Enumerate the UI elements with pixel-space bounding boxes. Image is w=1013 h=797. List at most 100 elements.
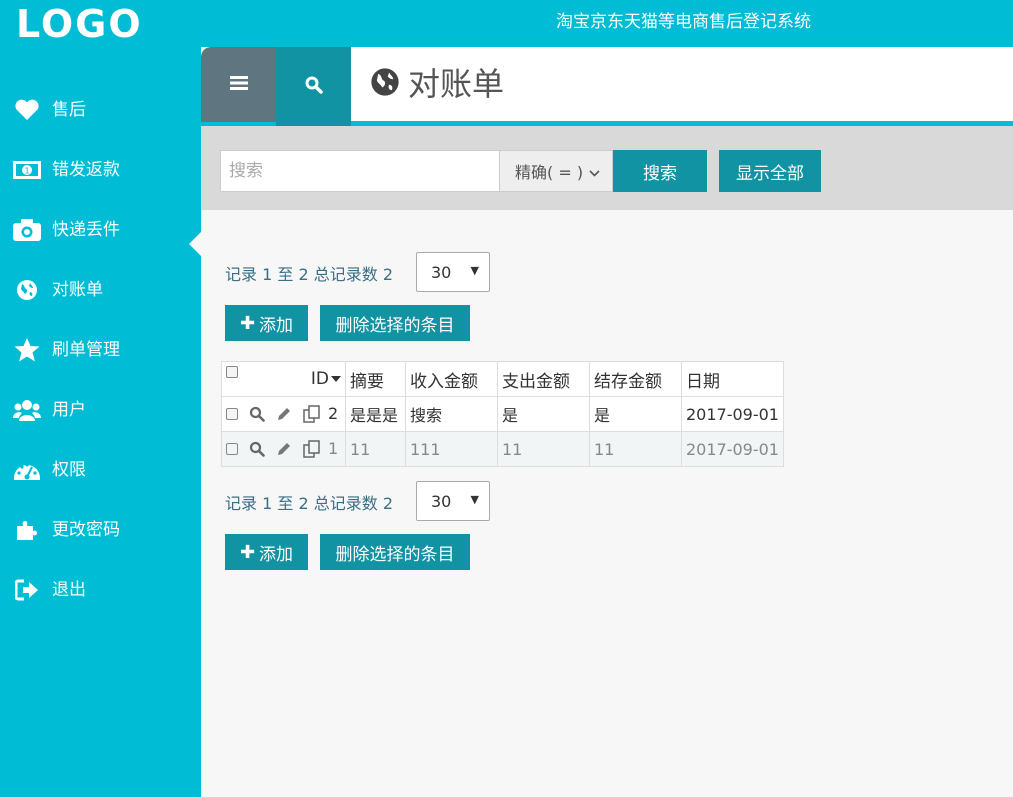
column-header-id: ID xyxy=(310,369,329,389)
dropdown-arrow-icon: ▼ xyxy=(470,493,479,506)
search-icon xyxy=(305,76,323,98)
records-total: 2 xyxy=(382,494,394,513)
copy-icon[interactable] xyxy=(303,440,321,458)
page-size-select-bottom[interactable]: 30 ▼ xyxy=(416,481,490,521)
dashboard-icon xyxy=(13,458,41,482)
records-label: 记录 xyxy=(225,494,258,513)
sidebar-item-statement[interactable]: 对账单 xyxy=(0,270,201,310)
sidebar-item-wrong-shipment-refund[interactable]: 1 错发返款 xyxy=(0,150,201,190)
menu-toggle-button[interactable] xyxy=(201,47,276,122)
cell-balance: 是 xyxy=(589,396,682,432)
dropdown-arrow-icon: ▼ xyxy=(470,264,479,277)
sidebar-item-label: 权限 xyxy=(52,460,86,480)
show-all-button[interactable]: 显示全部 xyxy=(719,150,821,192)
page-title: 对账单 xyxy=(408,65,505,103)
heart-icon xyxy=(13,98,41,122)
page-size-select-top[interactable]: 30 ▼ xyxy=(416,252,490,292)
cell-summary: 11 xyxy=(345,431,406,467)
page-title-group: 对账单 xyxy=(370,62,504,106)
records-total-label: 总记录数 xyxy=(313,265,378,284)
records-total-label: 总记录数 xyxy=(313,494,378,513)
app-title: 淘宝京东天猫等电商售后登记系统 xyxy=(556,12,811,32)
cell-expense: 是 xyxy=(497,396,590,432)
search-button[interactable]: 搜索 xyxy=(613,150,707,192)
records-label: 记录 xyxy=(225,265,258,284)
sidebar-item-lost-parcel[interactable]: 快递丢件 xyxy=(0,210,201,250)
logo: LOGO xyxy=(16,2,143,46)
sidebar-item-label: 错发返款 xyxy=(52,160,120,180)
records-summary-bottom: 记录 1 至 2 总记录数 2 xyxy=(225,492,393,516)
row-checkbox[interactable] xyxy=(226,407,238,420)
globe-icon xyxy=(370,67,400,101)
cell-balance: 11 xyxy=(589,431,682,467)
page-size-value: 30 xyxy=(431,491,452,511)
column-header[interactable]: 收入金额 xyxy=(405,361,498,397)
sidebar: 售后 1 错发返款 快递丢件 对账单 刷单管理 用户 权限 更改密码 退出 xyxy=(0,47,201,797)
search-input[interactable] xyxy=(220,150,500,192)
chevron-down-icon xyxy=(589,164,600,183)
sidebar-item-label: 更改密码 xyxy=(52,520,120,540)
column-header[interactable]: 日期 xyxy=(681,361,784,397)
edit-icon[interactable] xyxy=(276,441,292,457)
row-id: 1 xyxy=(328,439,339,459)
sort-desc-icon xyxy=(331,376,341,382)
cell-income: 搜索 xyxy=(405,396,498,432)
page-size-value: 30 xyxy=(431,262,452,282)
sidebar-item-label: 对账单 xyxy=(52,280,103,300)
view-icon[interactable] xyxy=(249,441,265,457)
svg-text:1: 1 xyxy=(24,167,29,176)
bars-icon xyxy=(229,75,248,95)
header-checkbox-cell: ID xyxy=(221,361,346,397)
column-header[interactable]: 支出金额 xyxy=(497,361,590,397)
column-header[interactable]: 结存金额 xyxy=(589,361,682,397)
match-mode-value: 精确( = ) xyxy=(515,163,584,182)
sidebar-item-label: 售后 xyxy=(52,100,86,120)
view-icon[interactable] xyxy=(249,406,265,422)
active-item-indicator xyxy=(189,232,201,256)
sidebar-item-permissions[interactable]: 权限 xyxy=(0,450,201,490)
records-total: 2 xyxy=(382,265,394,284)
table-row: 1 11 111 11 11 2017-09-01 xyxy=(221,431,784,467)
sidebar-item-fake-order-management[interactable]: 刷单管理 xyxy=(0,330,201,370)
delete-selected-button-top[interactable]: 删除选择的条目 xyxy=(320,305,470,341)
sidebar-item-change-password[interactable]: 更改密码 xyxy=(0,510,201,550)
camera-icon xyxy=(13,218,41,242)
add-button-top[interactable]: ✚ 添加 xyxy=(225,305,308,341)
table-header-row: ID 摘要 收入金额 支出金额 结存金额 日期 xyxy=(221,361,784,397)
globe-icon xyxy=(13,278,41,302)
cell-income: 111 xyxy=(405,431,498,467)
records-to: 2 xyxy=(298,494,309,513)
sidebar-item-users[interactable]: 用户 xyxy=(0,390,201,430)
delete-selected-button-bottom[interactable]: 删除选择的条目 xyxy=(320,534,470,570)
match-mode-select[interactable]: 精确( = ) xyxy=(499,150,613,192)
top-bar: LOGO 淘宝京东天猫等电商售后登记系统 xyxy=(0,0,1013,47)
cell-expense: 11 xyxy=(497,431,590,467)
records-to-label: 至 xyxy=(277,494,294,513)
row-actions-cell: 2 xyxy=(221,396,346,432)
edit-icon[interactable] xyxy=(276,406,292,422)
sidebar-item-label: 用户 xyxy=(52,400,86,420)
cell-date: 2017-09-01 xyxy=(681,396,784,432)
statement-table: ID 摘要 收入金额 支出金额 结存金额 日期 2 是是是 搜索 是 是 201… xyxy=(221,361,784,467)
column-header[interactable]: 摘要 xyxy=(345,361,406,397)
row-checkbox[interactable] xyxy=(226,442,238,455)
select-all-checkbox[interactable] xyxy=(226,366,238,378)
money-icon: 1 xyxy=(13,158,41,182)
puzzle-icon xyxy=(13,518,41,542)
row-actions-cell: 1 xyxy=(221,431,346,467)
records-from: 1 xyxy=(262,494,273,513)
sign-out-icon xyxy=(13,578,41,602)
records-from: 1 xyxy=(262,265,273,284)
add-button-bottom[interactable]: ✚ 添加 xyxy=(225,534,308,570)
add-label: 添加 xyxy=(259,544,294,565)
sidebar-item-logout[interactable]: 退出 xyxy=(0,570,201,610)
cell-date: 2017-09-01 xyxy=(681,431,784,467)
search-toggle-button[interactable] xyxy=(276,47,351,126)
add-label: 添加 xyxy=(259,315,294,336)
sidebar-item-after-sales[interactable]: 售后 xyxy=(0,90,201,130)
plus-icon: ✚ xyxy=(239,312,256,334)
users-icon xyxy=(13,398,41,422)
sort-id-header[interactable]: ID xyxy=(311,362,341,396)
copy-icon[interactable] xyxy=(303,405,321,423)
table-row: 2 是是是 搜索 是 是 2017-09-01 xyxy=(221,396,784,432)
